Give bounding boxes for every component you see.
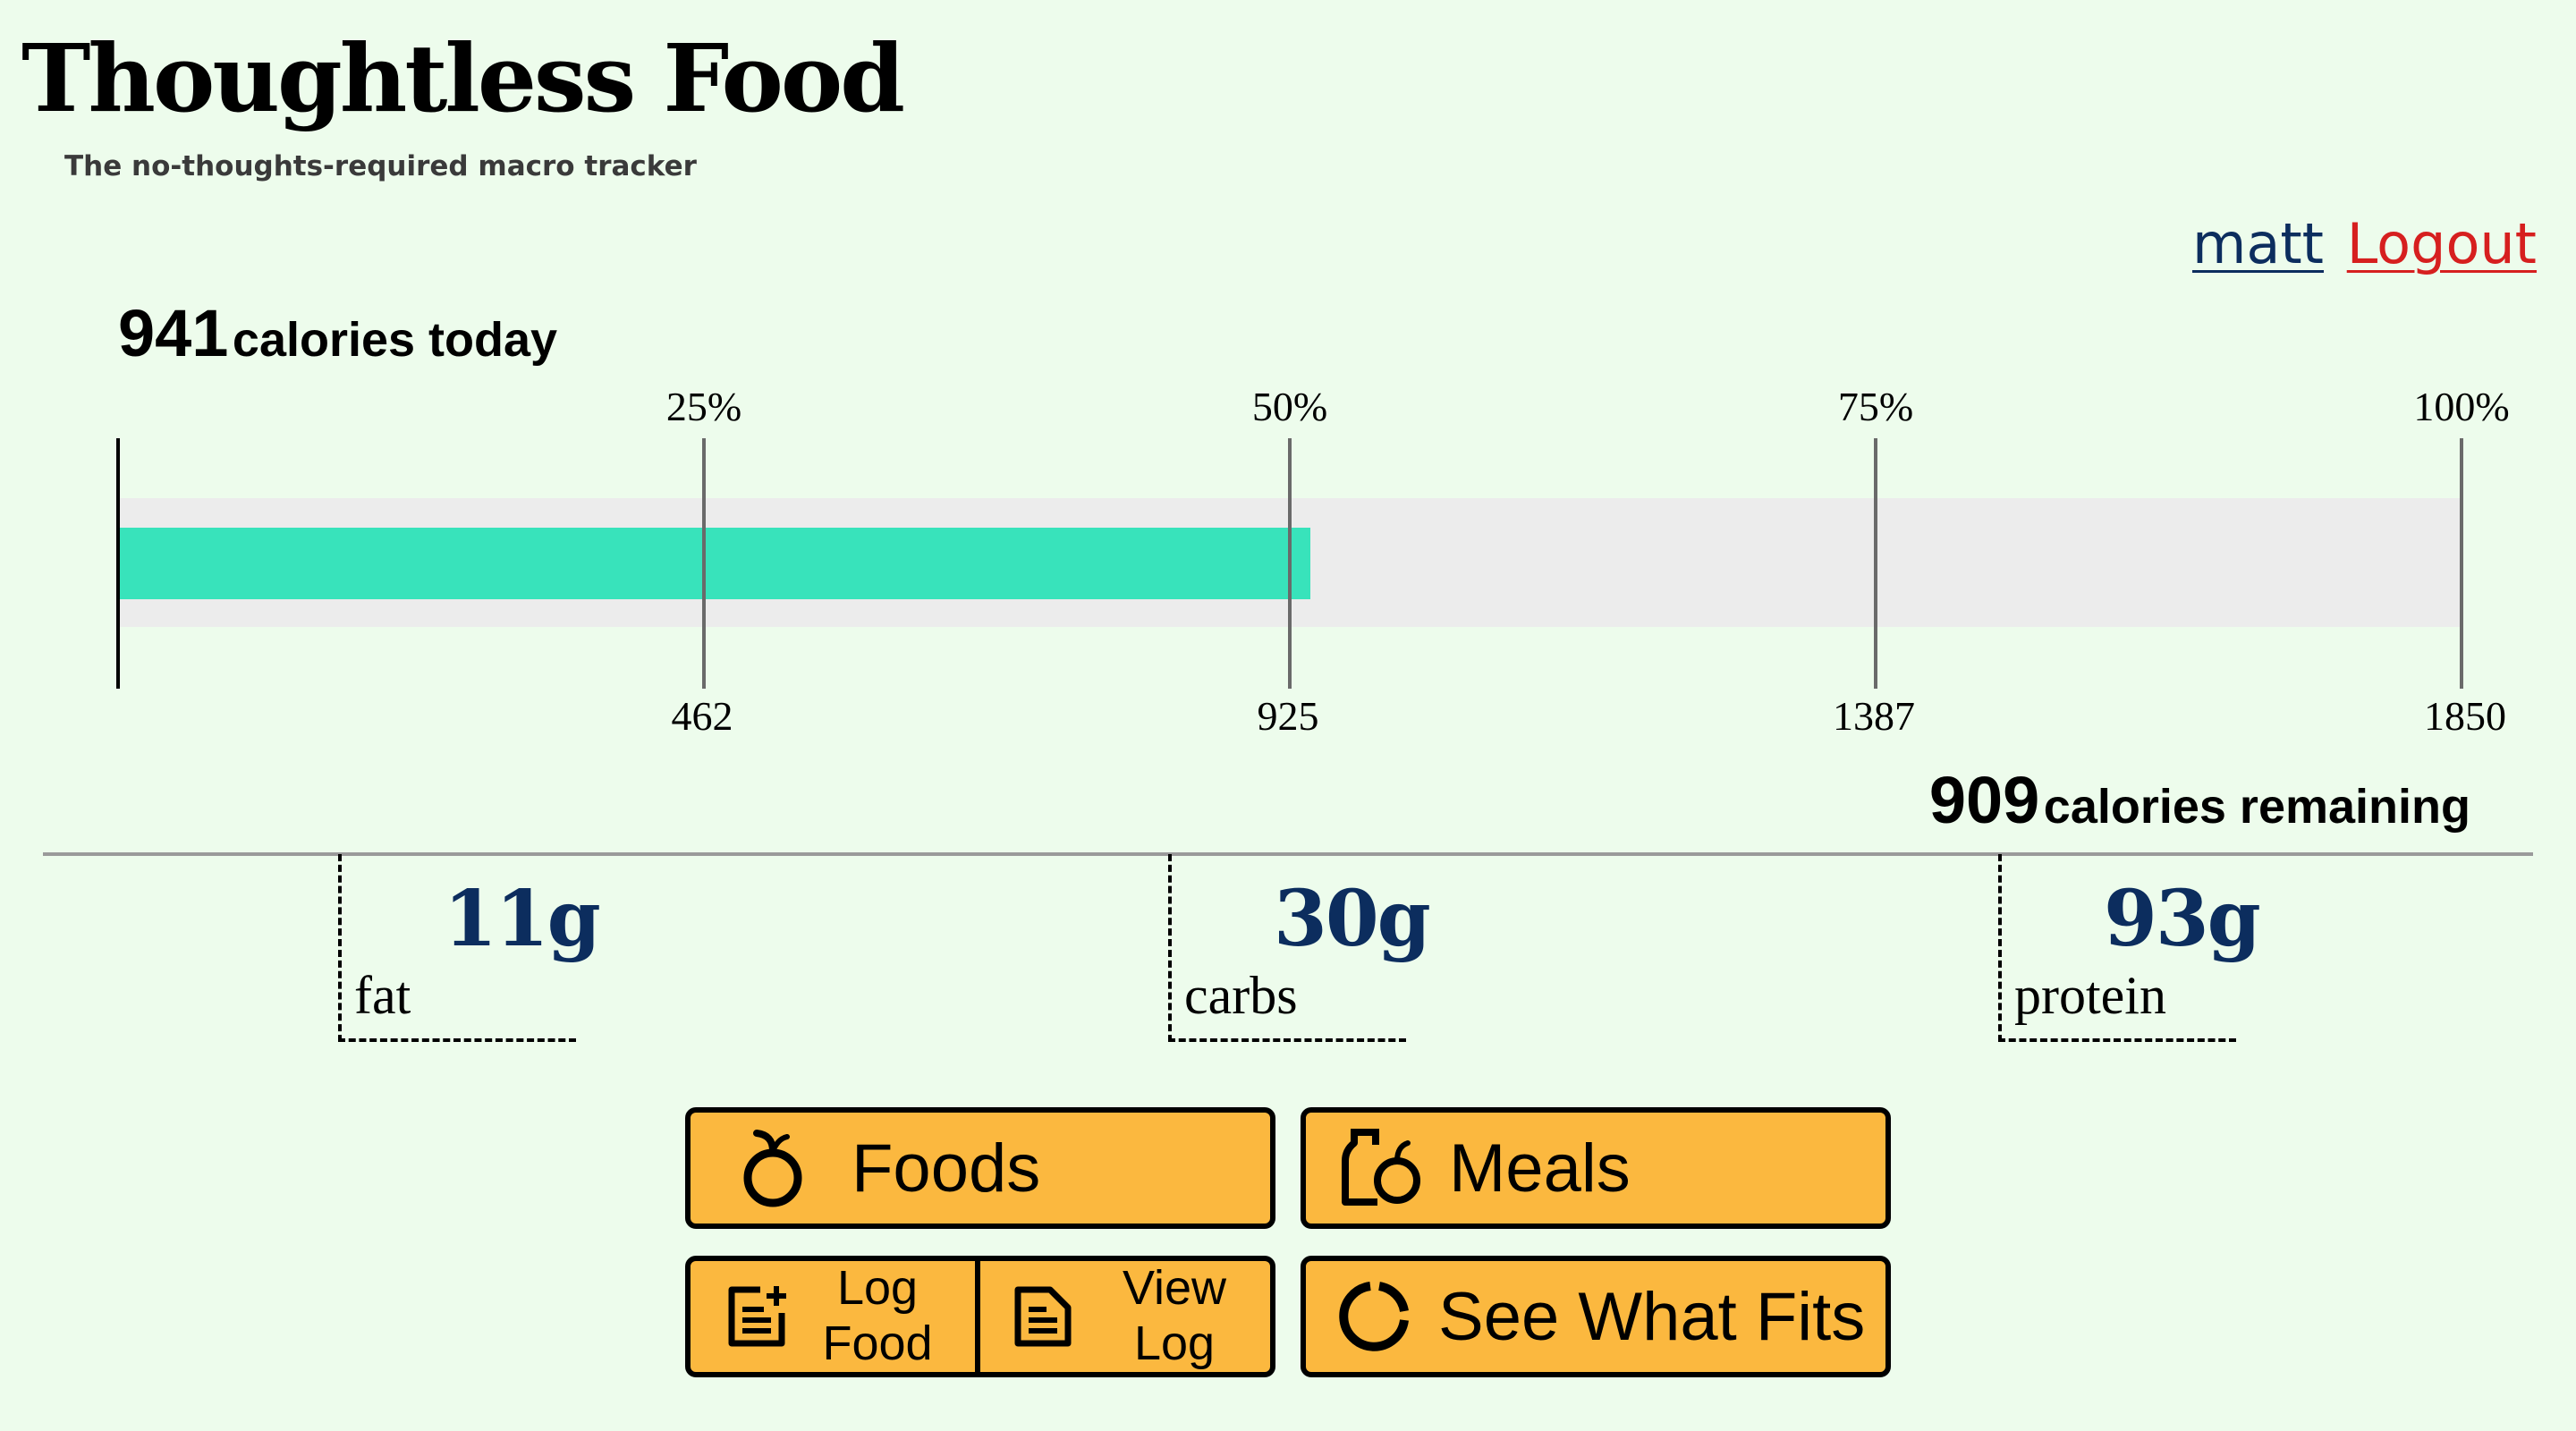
log-food-label: Log Food xyxy=(801,1261,953,1371)
progress-value-label: 1387 xyxy=(1833,693,1915,739)
macro-protein: 93g protein xyxy=(1998,854,2261,1042)
foods-button[interactable]: Foods xyxy=(685,1107,1275,1229)
user-link[interactable]: matt xyxy=(2192,211,2324,277)
view-log-label-line1: View xyxy=(1122,1261,1227,1316)
donut-chart-icon xyxy=(1339,1282,1409,1351)
log-food-label-line1: Log xyxy=(836,1261,919,1316)
meals-button-label: Meals xyxy=(1449,1130,1631,1207)
macro-value: 93g xyxy=(2104,874,2261,964)
view-log-label-line2: Log xyxy=(1133,1317,1216,1370)
app-subtitle: The no-thoughts-required macro tracker xyxy=(64,150,697,182)
meals-button[interactable]: Meals xyxy=(1301,1107,1891,1229)
log-actions-group: Log Food View Log xyxy=(685,1256,1275,1377)
progress-percent-label: 25% xyxy=(666,384,741,429)
macro-fat: 11g fat xyxy=(338,854,601,1042)
macro-name: carbs xyxy=(1184,966,1298,1025)
see-what-fits-label: See What Fits xyxy=(1438,1278,1866,1355)
macro-name: fat xyxy=(354,966,411,1025)
calories-remaining: 909 calories remaining xyxy=(1929,762,2470,838)
document-icon xyxy=(1014,1286,1072,1347)
app-title: Thoughtless Food xyxy=(21,23,905,133)
apple-icon xyxy=(743,1130,802,1207)
logout-link[interactable]: Logout xyxy=(2347,211,2537,277)
progress-percent-label: 50% xyxy=(1252,384,1327,429)
progress-value-label: 462 xyxy=(672,693,733,739)
view-log-label: View Log xyxy=(1098,1261,1250,1371)
calorie-progress-chart: 25% 462 50% 925 75% 1387 100% 1850 xyxy=(116,384,2510,739)
view-log-button[interactable]: View Log xyxy=(980,1261,1270,1372)
log-food-label-line2: Food xyxy=(822,1317,933,1370)
calories-today: 941 calories today xyxy=(118,295,557,371)
meal-icon xyxy=(1342,1129,1420,1206)
calories-remaining-value: 909 xyxy=(1928,763,2040,837)
note-add-icon xyxy=(728,1286,786,1347)
log-food-button[interactable]: Log Food xyxy=(691,1261,980,1372)
progress-percent-label: 100% xyxy=(2413,384,2509,429)
progress-fill xyxy=(118,528,1310,599)
macro-value: 11g xyxy=(444,874,601,964)
progress-value-label: 1850 xyxy=(2424,693,2506,739)
calories-remaining-label: calories remaining xyxy=(2043,780,2470,834)
progress-value-label: 925 xyxy=(1258,693,1319,739)
foods-button-label: Foods xyxy=(852,1130,1041,1207)
progress-percent-label: 75% xyxy=(1838,384,1913,429)
macro-carbs: 30g carbs xyxy=(1168,854,1431,1042)
macro-name: protein xyxy=(2014,966,2166,1025)
calories-today-value: 941 xyxy=(118,296,229,370)
see-what-fits-button[interactable]: See What Fits xyxy=(1301,1256,1891,1377)
calories-today-label: calories today xyxy=(232,313,558,367)
macro-value: 30g xyxy=(1274,874,1431,964)
